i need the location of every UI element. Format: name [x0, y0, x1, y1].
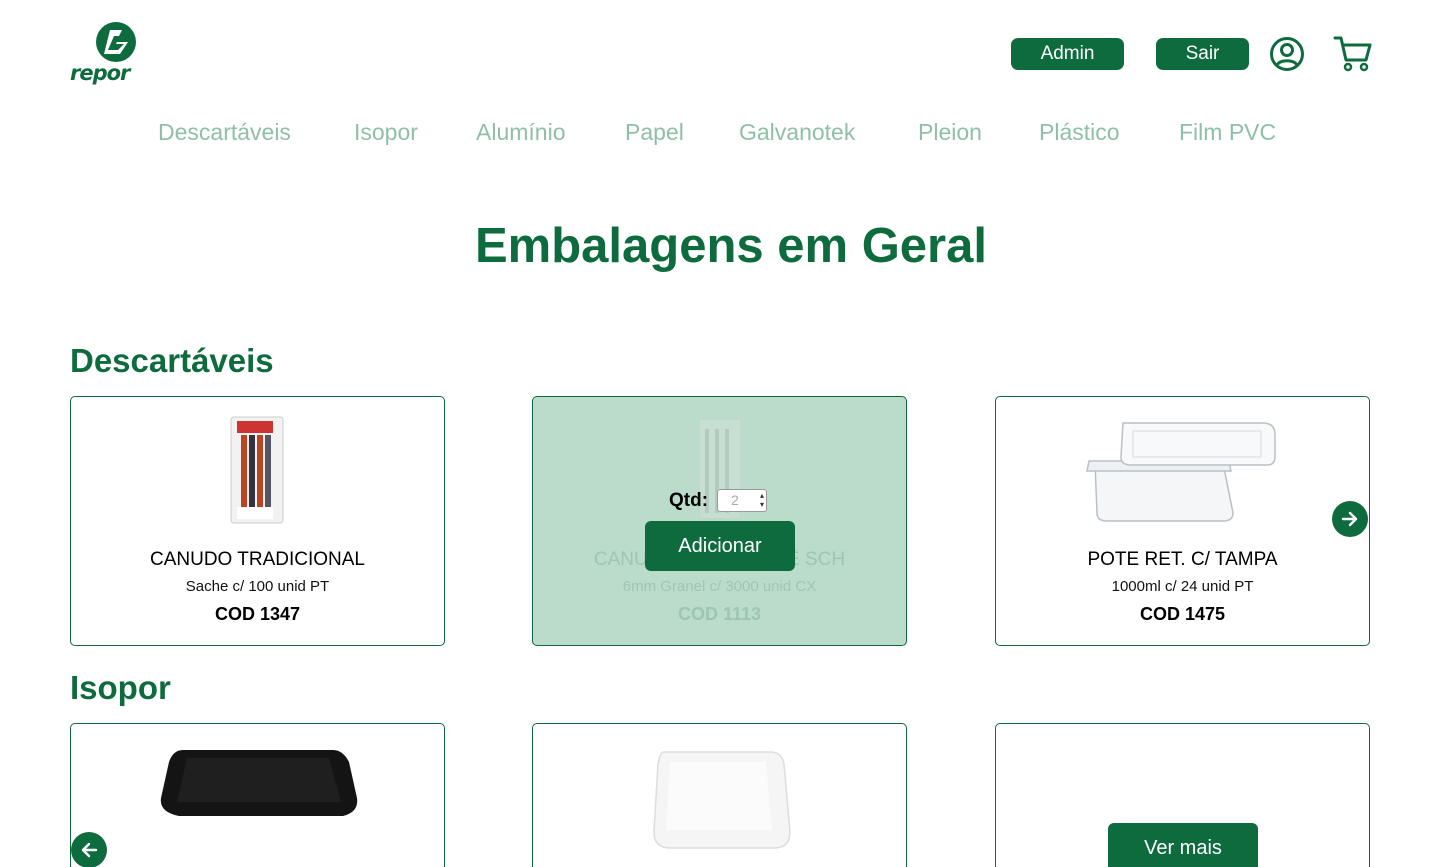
see-more-card: Ver mais: [995, 723, 1370, 867]
repor-logo[interactable]: repor: [70, 22, 164, 86]
shopping-cart-icon[interactable]: [1333, 35, 1373, 73]
product-code: COD 1347: [214, 604, 301, 624]
product-image: [996, 413, 1369, 525]
add-to-cart-button[interactable]: Adicionar: [645, 521, 795, 571]
category-nav: Descartáveis Isopor Alumínio Papel Galva…: [0, 119, 1440, 153]
product-image: [71, 742, 444, 854]
section-title-descartaveis: Descartáveis: [70, 342, 274, 379]
page-title: Embalagens em Geral: [474, 219, 987, 273]
quantity-row: Qtd: 2 ▴ ▾: [669, 489, 768, 512]
nav-item-isopor[interactable]: Isopor: [354, 119, 418, 146]
product-description: Sache c/ 100 unid PT: [185, 578, 330, 595]
section-title-isopor: Isopor: [70, 669, 171, 706]
product-card[interactable]: [70, 723, 445, 867]
nav-item-pleion[interactable]: Pleion: [918, 119, 982, 146]
nav-item-plastico[interactable]: Plástico: [1039, 119, 1120, 146]
logout-button[interactable]: Sair: [1156, 38, 1249, 70]
site-header: repor Admin Sair: [0, 0, 1440, 100]
logo-text: repor: [70, 61, 130, 85]
quantity-label: Qtd:: [669, 489, 709, 511]
product-card[interactable]: POTE RET. C/ TAMPA 1000ml c/ 24 unid PT …: [995, 396, 1370, 646]
carousel-prev-button[interactable]: [71, 832, 107, 867]
arrow-left-icon: [81, 842, 98, 858]
product-description: 6mm Granel c/ 3000 unid CX: [622, 578, 817, 595]
nav-item-film-pvc[interactable]: Film PVC: [1179, 119, 1276, 146]
nav-item-aluminio[interactable]: Alumínio: [476, 119, 565, 146]
arrow-right-icon: [1341, 511, 1358, 527]
see-more-button[interactable]: Ver mais: [1108, 823, 1258, 867]
product-card[interactable]: CANUDO TRADICIONAL Sache c/ 100 unid PT …: [70, 396, 445, 646]
quantity-stepper[interactable]: 2 ▴ ▾: [717, 489, 768, 512]
nav-item-descartaveis[interactable]: Descartáveis: [158, 119, 291, 146]
product-image: [71, 413, 444, 525]
carousel-next-button[interactable]: [1332, 501, 1368, 537]
stepper-arrows-icon[interactable]: ▴ ▾: [760, 491, 764, 509]
product-image: [533, 744, 906, 856]
nav-item-galvanotek[interactable]: Galvanotek: [739, 119, 855, 146]
product-name: CANUDO TRADICIONAL: [149, 549, 365, 570]
product-card-hovered[interactable]: CANUDO FLEX SACHÊ SCH 6mm Granel c/ 3000…: [532, 396, 907, 646]
product-code: COD 1475: [1139, 604, 1226, 624]
admin-button[interactable]: Admin: [1011, 38, 1124, 70]
quantity-value: 2: [731, 492, 739, 508]
product-code: COD 1113: [677, 604, 762, 624]
product-description: 1000ml c/ 24 unid PT: [1111, 578, 1254, 595]
product-name: POTE RET. C/ TAMPA: [1087, 549, 1278, 570]
user-circle-icon[interactable]: [1269, 36, 1305, 72]
nav-item-papel[interactable]: Papel: [625, 119, 684, 146]
product-card[interactable]: [532, 723, 907, 867]
